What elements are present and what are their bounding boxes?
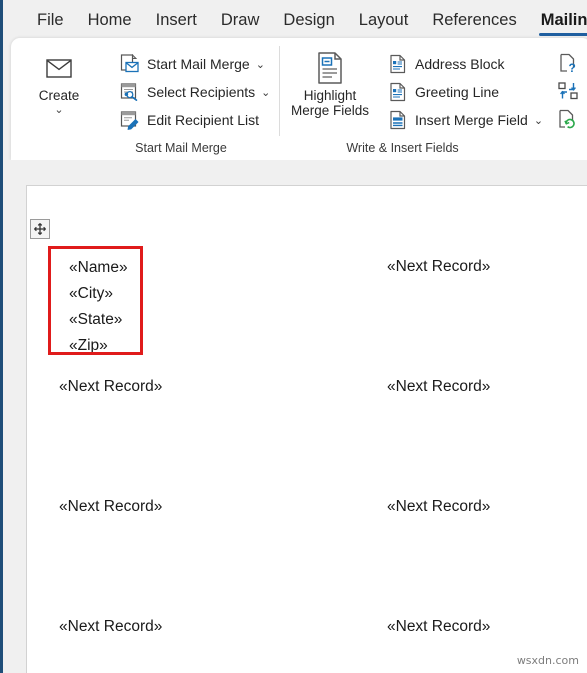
ribbon: Create ⌄ Start Mail Merge ⌄ Select Recip… xyxy=(11,38,587,160)
highlight-merge-fields-label-line2: Merge Fields xyxy=(290,103,370,118)
tab-file[interactable]: File xyxy=(25,0,76,40)
start-mail-merge-button[interactable]: Start Mail Merge ⌄ xyxy=(114,50,275,78)
merge-field-block[interactable]: «Name» «City» «State» «Zip» xyxy=(59,248,138,368)
match-fields-icon xyxy=(557,81,579,106)
update-labels-button[interactable] xyxy=(554,107,582,135)
svg-text:?: ? xyxy=(568,61,575,73)
merge-field-state[interactable]: «State» xyxy=(69,307,128,333)
ribbon-group-write-insert-fields: Highlight Merge Fields Address Block Gre… xyxy=(280,38,587,160)
next-record-field-r1c2[interactable]: «Next Record» xyxy=(387,254,490,279)
tab-mailings[interactable]: Mailings xyxy=(529,0,587,40)
highlight-merge-fields-button[interactable]: Highlight Merge Fields xyxy=(286,43,374,118)
highlight-merge-fields-label-line1: Highlight xyxy=(303,88,357,103)
merge-field-city[interactable]: «City» xyxy=(69,281,128,307)
edit-recipient-list-icon xyxy=(119,109,141,131)
tab-design[interactable]: Design xyxy=(271,0,346,40)
select-recipients-button[interactable]: Select Recipients ⌄ xyxy=(114,78,275,106)
chevron-down-icon[interactable]: ⌄ xyxy=(54,105,63,116)
ribbon-group-label-write-insert-fields: Write & Insert Fields xyxy=(346,141,459,155)
insert-merge-field-label: Insert Merge Field xyxy=(415,112,528,128)
next-record-field-r3c1[interactable]: «Next Record» xyxy=(59,494,162,519)
address-block-button[interactable]: Address Block xyxy=(382,50,548,78)
ribbon-tab-strip: File Home Insert Draw Design Layout Refe… xyxy=(3,0,587,40)
rules-icon: ? xyxy=(559,53,578,78)
insert-merge-field-button[interactable]: Insert Merge Field ⌄ xyxy=(382,106,548,134)
greeting-line-button[interactable]: Greeting Line xyxy=(382,78,548,106)
update-labels-icon xyxy=(558,109,578,134)
select-recipients-label: Select Recipients xyxy=(147,84,256,100)
word-application-window: File Home Insert Draw Design Layout Refe… xyxy=(0,0,587,673)
greeting-line-label: Greeting Line xyxy=(415,84,500,100)
tab-insert[interactable]: Insert xyxy=(144,0,209,40)
next-record-field-r2c1[interactable]: «Next Record» xyxy=(59,374,162,399)
document-page[interactable]: «Name» «City» «State» «Zip» «Next Record… xyxy=(26,185,587,673)
highlight-merge-fields-icon xyxy=(316,51,344,85)
select-recipients-icon xyxy=(119,81,141,103)
chevron-down-icon[interactable]: ⌄ xyxy=(261,86,270,99)
start-mail-merge-icon xyxy=(119,53,141,75)
create-button[interactable]: Create ⌄ xyxy=(23,43,95,116)
merge-field-zip[interactable]: «Zip» xyxy=(69,333,128,359)
next-record-field-r4c2[interactable]: «Next Record» xyxy=(387,614,490,639)
merge-field-name[interactable]: «Name» xyxy=(69,255,128,281)
ribbon-group-label-start-mail-merge: Start Mail Merge xyxy=(135,141,227,155)
rules-button[interactable]: ? xyxy=(554,51,582,79)
next-record-field-r2c2[interactable]: «Next Record» xyxy=(387,374,490,399)
greeting-line-icon xyxy=(387,81,409,103)
start-mail-merge-label: Start Mail Merge xyxy=(147,56,250,72)
watermark: wsxdn.com xyxy=(516,654,579,667)
tab-home[interactable]: Home xyxy=(76,0,144,40)
write-insert-fields-icon-commands: ? xyxy=(548,43,582,135)
envelope-icon xyxy=(46,51,72,85)
address-block-icon xyxy=(387,53,409,75)
address-block-label: Address Block xyxy=(415,56,505,72)
insert-merge-field-icon xyxy=(387,109,409,131)
tab-layout[interactable]: Layout xyxy=(347,0,421,40)
tab-references[interactable]: References xyxy=(420,0,528,40)
next-record-field-r3c2[interactable]: «Next Record» xyxy=(387,494,490,519)
tab-draw[interactable]: Draw xyxy=(209,0,272,40)
table-move-handle-icon[interactable] xyxy=(30,219,50,239)
match-fields-button[interactable] xyxy=(554,79,582,107)
ribbon-group-start-mail-merge: Create ⌄ Start Mail Merge ⌄ Select Recip… xyxy=(11,38,279,160)
create-button-label: Create xyxy=(38,88,80,103)
next-record-field-r4c1[interactable]: «Next Record» xyxy=(59,614,162,639)
start-mail-merge-commands: Start Mail Merge ⌄ Select Recipients ⌄ E… xyxy=(114,43,275,134)
edit-recipient-list-label: Edit Recipient List xyxy=(147,112,260,128)
document-canvas: «Name» «City» «State» «Zip» «Next Record… xyxy=(3,160,587,673)
edit-recipient-list-button[interactable]: Edit Recipient List xyxy=(114,106,275,134)
chevron-down-icon[interactable]: ⌄ xyxy=(256,58,265,71)
chevron-down-icon[interactable]: ⌄ xyxy=(534,114,543,127)
write-insert-fields-commands: Address Block Greeting Line Insert Merge… xyxy=(382,43,548,134)
